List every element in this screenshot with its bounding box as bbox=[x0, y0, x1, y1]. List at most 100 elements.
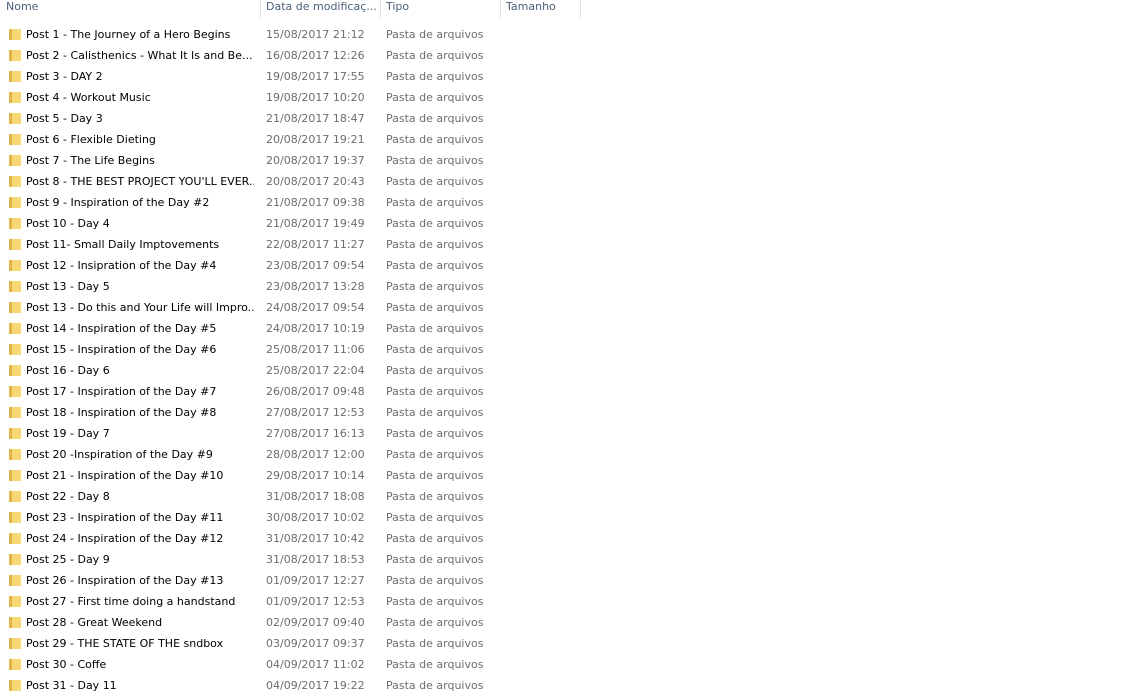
column-header-size[interactable]: Tamanho bbox=[500, 0, 580, 18]
file-type: Pasta de arquivos bbox=[386, 238, 484, 251]
file-type: Pasta de arquivos bbox=[386, 154, 484, 167]
file-row[interactable]: Post 9 - Inspiration of the Day #2 21/08/… bbox=[0, 192, 1145, 213]
file-row[interactable]: Post 23 - Inspiration of the Day #11 30/0… bbox=[0, 507, 1145, 528]
file-date: 21/08/2017 18:47 bbox=[266, 112, 365, 125]
file-type: Pasta de arquivos bbox=[386, 196, 484, 209]
file-date: 27/08/2017 16:13 bbox=[266, 427, 365, 440]
file-row[interactable]: Post 6 - Flexible Dieting 20/08/2017 19:2… bbox=[0, 129, 1145, 150]
file-row[interactable]: Post 13 - Do this and Your Life will Imp… bbox=[0, 297, 1145, 318]
file-type: Pasta de arquivos bbox=[386, 280, 484, 293]
file-date: 19/08/2017 10:20 bbox=[266, 91, 365, 104]
file-name: Post 29 - THE STATE OF THE sndbox bbox=[26, 637, 224, 650]
file-date: 21/08/2017 19:49 bbox=[266, 217, 365, 230]
column-header-name[interactable]: Nome bbox=[0, 0, 260, 18]
file-date: 23/08/2017 09:54 bbox=[266, 259, 365, 272]
file-row[interactable]: Post 7 - The Life Begins 20/08/2017 19:37… bbox=[0, 150, 1145, 171]
file-date: 31/08/2017 18:53 bbox=[266, 553, 365, 566]
file-row[interactable]: Post 3 - DAY 2 19/08/2017 17:55 Pasta de a… bbox=[0, 66, 1145, 87]
folder-icon bbox=[8, 447, 22, 461]
file-date: 21/08/2017 09:38 bbox=[266, 196, 365, 209]
folder-icon bbox=[8, 258, 22, 272]
folder-icon bbox=[8, 216, 22, 230]
file-row[interactable]: Post 27 - First time doing a handstand 01… bbox=[0, 591, 1145, 612]
file-date: 31/08/2017 18:08 bbox=[266, 490, 365, 503]
file-row[interactable]: Post 10 - Day 4 21/08/2017 19:49 Pasta de … bbox=[0, 213, 1145, 234]
file-row[interactable]: Post 28 - Great Weekend 02/09/2017 09:40 P… bbox=[0, 612, 1145, 633]
file-row[interactable]: Post 1 - The Journey of a Hero Begins 15/… bbox=[0, 24, 1145, 45]
file-row[interactable]: Post 29 - THE STATE OF THE sndbox 03/09/2… bbox=[0, 633, 1145, 654]
file-name: Post 24 - Inspiration of the Day #12 bbox=[26, 532, 224, 545]
file-row[interactable]: Post 5 - Day 3 21/08/2017 18:47 Pasta de a… bbox=[0, 108, 1145, 129]
file-name: Post 28 - Great Weekend bbox=[26, 616, 163, 629]
folder-icon bbox=[8, 90, 22, 104]
file-date: 29/08/2017 10:14 bbox=[266, 469, 365, 482]
folder-icon bbox=[8, 321, 22, 335]
file-name: Post 17 - Inspiration of the Day #7 bbox=[26, 385, 217, 398]
column-divider[interactable] bbox=[580, 0, 581, 18]
folder-icon bbox=[8, 69, 22, 83]
folder-icon bbox=[8, 615, 22, 629]
folder-icon bbox=[8, 48, 22, 62]
file-row[interactable]: Post 19 - Day 7 27/08/2017 16:13 Pasta de … bbox=[0, 423, 1145, 444]
file-name: Post 21 - Inspiration of the Day #10 bbox=[26, 469, 224, 482]
file-row[interactable]: Post 25 - Day 9 31/08/2017 18:53 Pasta de … bbox=[0, 549, 1145, 570]
file-name: Post 25 - Day 9 bbox=[26, 553, 110, 566]
file-row[interactable]: Post 22 - Day 8 31/08/2017 18:08 Pasta de … bbox=[0, 486, 1145, 507]
file-type: Pasta de arquivos bbox=[386, 448, 484, 461]
file-name: Post 9 - Inspiration of the Day #2 bbox=[26, 196, 210, 209]
file-name: Post 22 - Day 8 bbox=[26, 490, 110, 503]
file-type: Pasta de arquivos bbox=[386, 112, 484, 125]
folder-icon bbox=[8, 468, 22, 482]
folder-icon bbox=[8, 594, 22, 608]
file-date: 24/08/2017 09:54 bbox=[266, 301, 365, 314]
file-row[interactable]: Post 13 - Day 5 23/08/2017 13:28 Pasta de … bbox=[0, 276, 1145, 297]
file-row[interactable]: Post 11- Small Daily Imptovements 22/08/2… bbox=[0, 234, 1145, 255]
column-header-type[interactable]: Tipo bbox=[380, 0, 500, 18]
file-date: 20/08/2017 20:43 bbox=[266, 175, 365, 188]
file-name: Post 3 - DAY 2 bbox=[26, 70, 103, 83]
file-type: Pasta de arquivos bbox=[386, 217, 484, 230]
folder-icon bbox=[8, 132, 22, 146]
file-type: Pasta de arquivos bbox=[386, 595, 484, 608]
file-date: 26/08/2017 09:48 bbox=[266, 385, 365, 398]
folder-icon bbox=[8, 27, 22, 41]
file-row[interactable]: Post 18 - Inspiration of the Day #8 27/08… bbox=[0, 402, 1145, 423]
file-name: Post 31 - Day 11 bbox=[26, 679, 117, 692]
file-row[interactable]: Post 4 - Workout Music 19/08/2017 10:20 Pa… bbox=[0, 87, 1145, 108]
file-row[interactable]: Post 8 - THE BEST PROJECT YOU'LL EVER...… bbox=[0, 171, 1145, 192]
file-row[interactable]: Post 12 - Insipration of the Day #4 23/08… bbox=[0, 255, 1145, 276]
folder-icon bbox=[8, 195, 22, 209]
file-row[interactable]: Post 26 - Inspiration of the Day #13 01/0… bbox=[0, 570, 1145, 591]
folder-icon bbox=[8, 405, 22, 419]
file-row[interactable]: Post 24 - Inspiration of the Day #12 31/0… bbox=[0, 528, 1145, 549]
column-header-bar: Nome Data de modificaç... Tipo Tamanho bbox=[0, 0, 1145, 18]
file-date: 19/08/2017 17:55 bbox=[266, 70, 365, 83]
file-row[interactable]: Post 16 - Day 6 25/08/2017 22:04 Pasta de … bbox=[0, 360, 1145, 381]
file-date: 03/09/2017 09:37 bbox=[266, 637, 365, 650]
file-row[interactable]: Post 2 - Calisthenics - What It Is and B… bbox=[0, 45, 1145, 66]
file-name: Post 1 - The Journey of a Hero Begins bbox=[26, 28, 231, 41]
file-date: 24/08/2017 10:19 bbox=[266, 322, 365, 335]
folder-icon bbox=[8, 342, 22, 356]
file-type: Pasta de arquivos bbox=[386, 511, 484, 524]
file-name: Post 16 - Day 6 bbox=[26, 364, 110, 377]
file-row[interactable]: Post 30 - Coffe 04/09/2017 11:02 Pasta de … bbox=[0, 654, 1145, 675]
file-name: Post 7 - The Life Begins bbox=[26, 154, 155, 167]
file-row[interactable]: Post 21 - Inspiration of the Day #10 29/0… bbox=[0, 465, 1145, 486]
folder-icon bbox=[8, 552, 22, 566]
file-row[interactable]: Post 15 - Inspiration of the Day #6 25/08… bbox=[0, 339, 1145, 360]
file-date: 16/08/2017 12:26 bbox=[266, 49, 365, 62]
column-header-date[interactable]: Data de modificaç... bbox=[260, 0, 380, 18]
file-type: Pasta de arquivos bbox=[386, 532, 484, 545]
file-type: Pasta de arquivos bbox=[386, 427, 484, 440]
file-date: 02/09/2017 09:40 bbox=[266, 616, 365, 629]
file-type: Pasta de arquivos bbox=[386, 28, 484, 41]
file-type: Pasta de arquivos bbox=[386, 679, 484, 692]
file-name: Post 6 - Flexible Dieting bbox=[26, 133, 156, 146]
file-row[interactable]: Post 20 -Inspiration of the Day #9 28/08/… bbox=[0, 444, 1145, 465]
file-name: Post 13 - Do this and Your Life will Imp… bbox=[26, 301, 254, 314]
file-row[interactable]: Post 31 - Day 11 04/09/2017 19:22 Pasta de… bbox=[0, 675, 1145, 696]
file-row[interactable]: Post 17 - Inspiration of the Day #7 26/08… bbox=[0, 381, 1145, 402]
folder-icon bbox=[8, 174, 22, 188]
file-row[interactable]: Post 14 - Inspiration of the Day #5 24/08… bbox=[0, 318, 1145, 339]
